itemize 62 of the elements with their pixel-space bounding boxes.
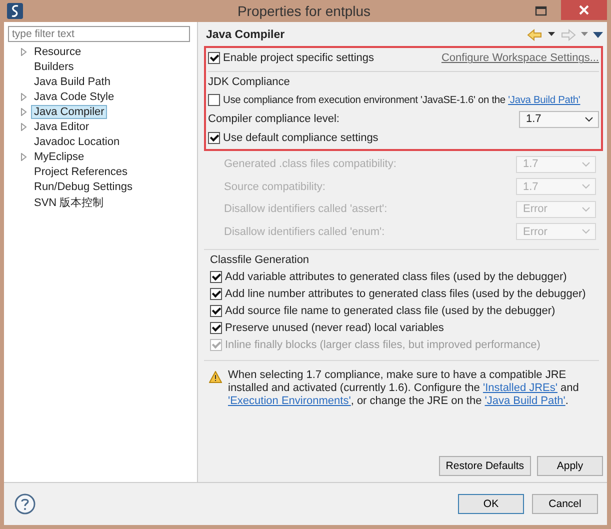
field-label: Generated .class files compatibility: [224, 158, 396, 170]
window-title: Properties for entplus [236, 2, 372, 19]
filter-field[interactable]: type filter text [8, 26, 190, 42]
checkbox[interactable] [210, 271, 222, 284]
checkbox[interactable] [210, 288, 222, 300]
checkbox[interactable] [208, 94, 220, 106]
tree-item[interactable]: Builders [31, 60, 77, 74]
configure-link[interactable]: Configure Workspace Settings... [441, 52, 599, 64]
tree-item[interactable]: Javadoc Location [31, 135, 123, 150]
help-icon[interactable] [14, 493, 36, 516]
group-title: JDK Compliance [208, 74, 291, 90]
preference-link[interactable]: 'Installed JREs' [482, 382, 558, 394]
warning-message: When selecting 1.7 compliance, make sure to have a compatible JRE installed and activated (currently 1.6). Configure the 'Installed JREs' and 'Execution Environments', or change the JRE on the 'Java Build Path'. [228, 368, 580, 408]
chevron-down-icon [582, 184, 590, 190]
view-menu-icon[interactable] [593, 32, 603, 38]
expand-arrow-icon[interactable] [21, 48, 27, 56]
page-action-button[interactable]: Apply [537, 456, 603, 476]
chevron-down-icon [582, 206, 590, 212]
checkbox-label: Preserve unused (never read) local variables [225, 322, 444, 334]
field-label: Source compatibility: [224, 180, 326, 193]
chevron-down-icon [582, 162, 590, 167]
checkbox[interactable] [210, 322, 222, 334]
dropdown-caret-icon[interactable] [548, 32, 555, 38]
tree-item[interactable]: Project References [31, 165, 131, 180]
checkbox-label: Add source file name to generated class file (used by the debugger) [225, 305, 556, 318]
checkbox[interactable] [208, 52, 220, 64]
compliance-dropdown[interactable]: 1.7 [519, 110, 599, 128]
app-logo-icon [7, 2, 23, 19]
group-title: Classfile Generation [210, 252, 310, 268]
page-title: Java Compiler [205, 28, 285, 41]
tree-item[interactable]: Java Compiler [31, 105, 108, 120]
checkbox-label: Use default compliance settings [223, 132, 378, 144]
checkbox-label: Add line number attributes to generated class files (used by the debugger) [225, 288, 586, 300]
close-icon [579, 4, 589, 15]
build-path-link[interactable]: 'Java Build Path' [508, 94, 580, 106]
checkbox-label: Enable project specific settings [223, 52, 374, 64]
checkbox-label: Inline finally blocks (larger class files, but improved performance) [225, 339, 540, 352]
preference-link[interactable]: 'Execution Environments' [228, 394, 351, 407]
tree-item[interactable]: Java Editor [31, 120, 92, 134]
tree-item[interactable]: SVN 版本控制 [31, 194, 107, 211]
checkbox[interactable] [210, 305, 222, 318]
maximize-icon[interactable] [535, 6, 547, 16]
tree-item[interactable]: MyEclipse [31, 150, 88, 164]
field-label: Disallow identifiers called 'assert': [224, 203, 388, 216]
checkbox-label: Add variable attributes to generated class files (used by the debugger) [225, 271, 567, 284]
tree-item[interactable]: Java Code Style [31, 90, 118, 104]
warning-icon [209, 370, 222, 383]
page-action-button[interactable]: Restore Defaults [438, 456, 531, 476]
preference-link[interactable]: 'Java Build Path' [484, 394, 566, 407]
checkbox-label: Use compliance from execution environment 'JavaSE-1.6' on the [223, 94, 506, 106]
field-label: Disallow identifiers called 'enum': [224, 226, 385, 238]
tree-item[interactable]: Run/Debug Settings [31, 180, 136, 194]
field-label: Compiler compliance level: [208, 113, 340, 126]
checkbox[interactable] [208, 132, 220, 144]
tree-item[interactable]: Java Build Path [31, 75, 114, 90]
tree-item[interactable]: Resource [31, 45, 84, 60]
chevron-down-icon [585, 116, 593, 122]
close-button[interactable] [561, 0, 607, 20]
dialog-button[interactable]: OK [458, 494, 524, 514]
chevron-down-icon [582, 229, 590, 234]
expand-arrow-icon[interactable] [21, 153, 27, 162]
dialog-button[interactable]: Cancel [532, 494, 598, 514]
